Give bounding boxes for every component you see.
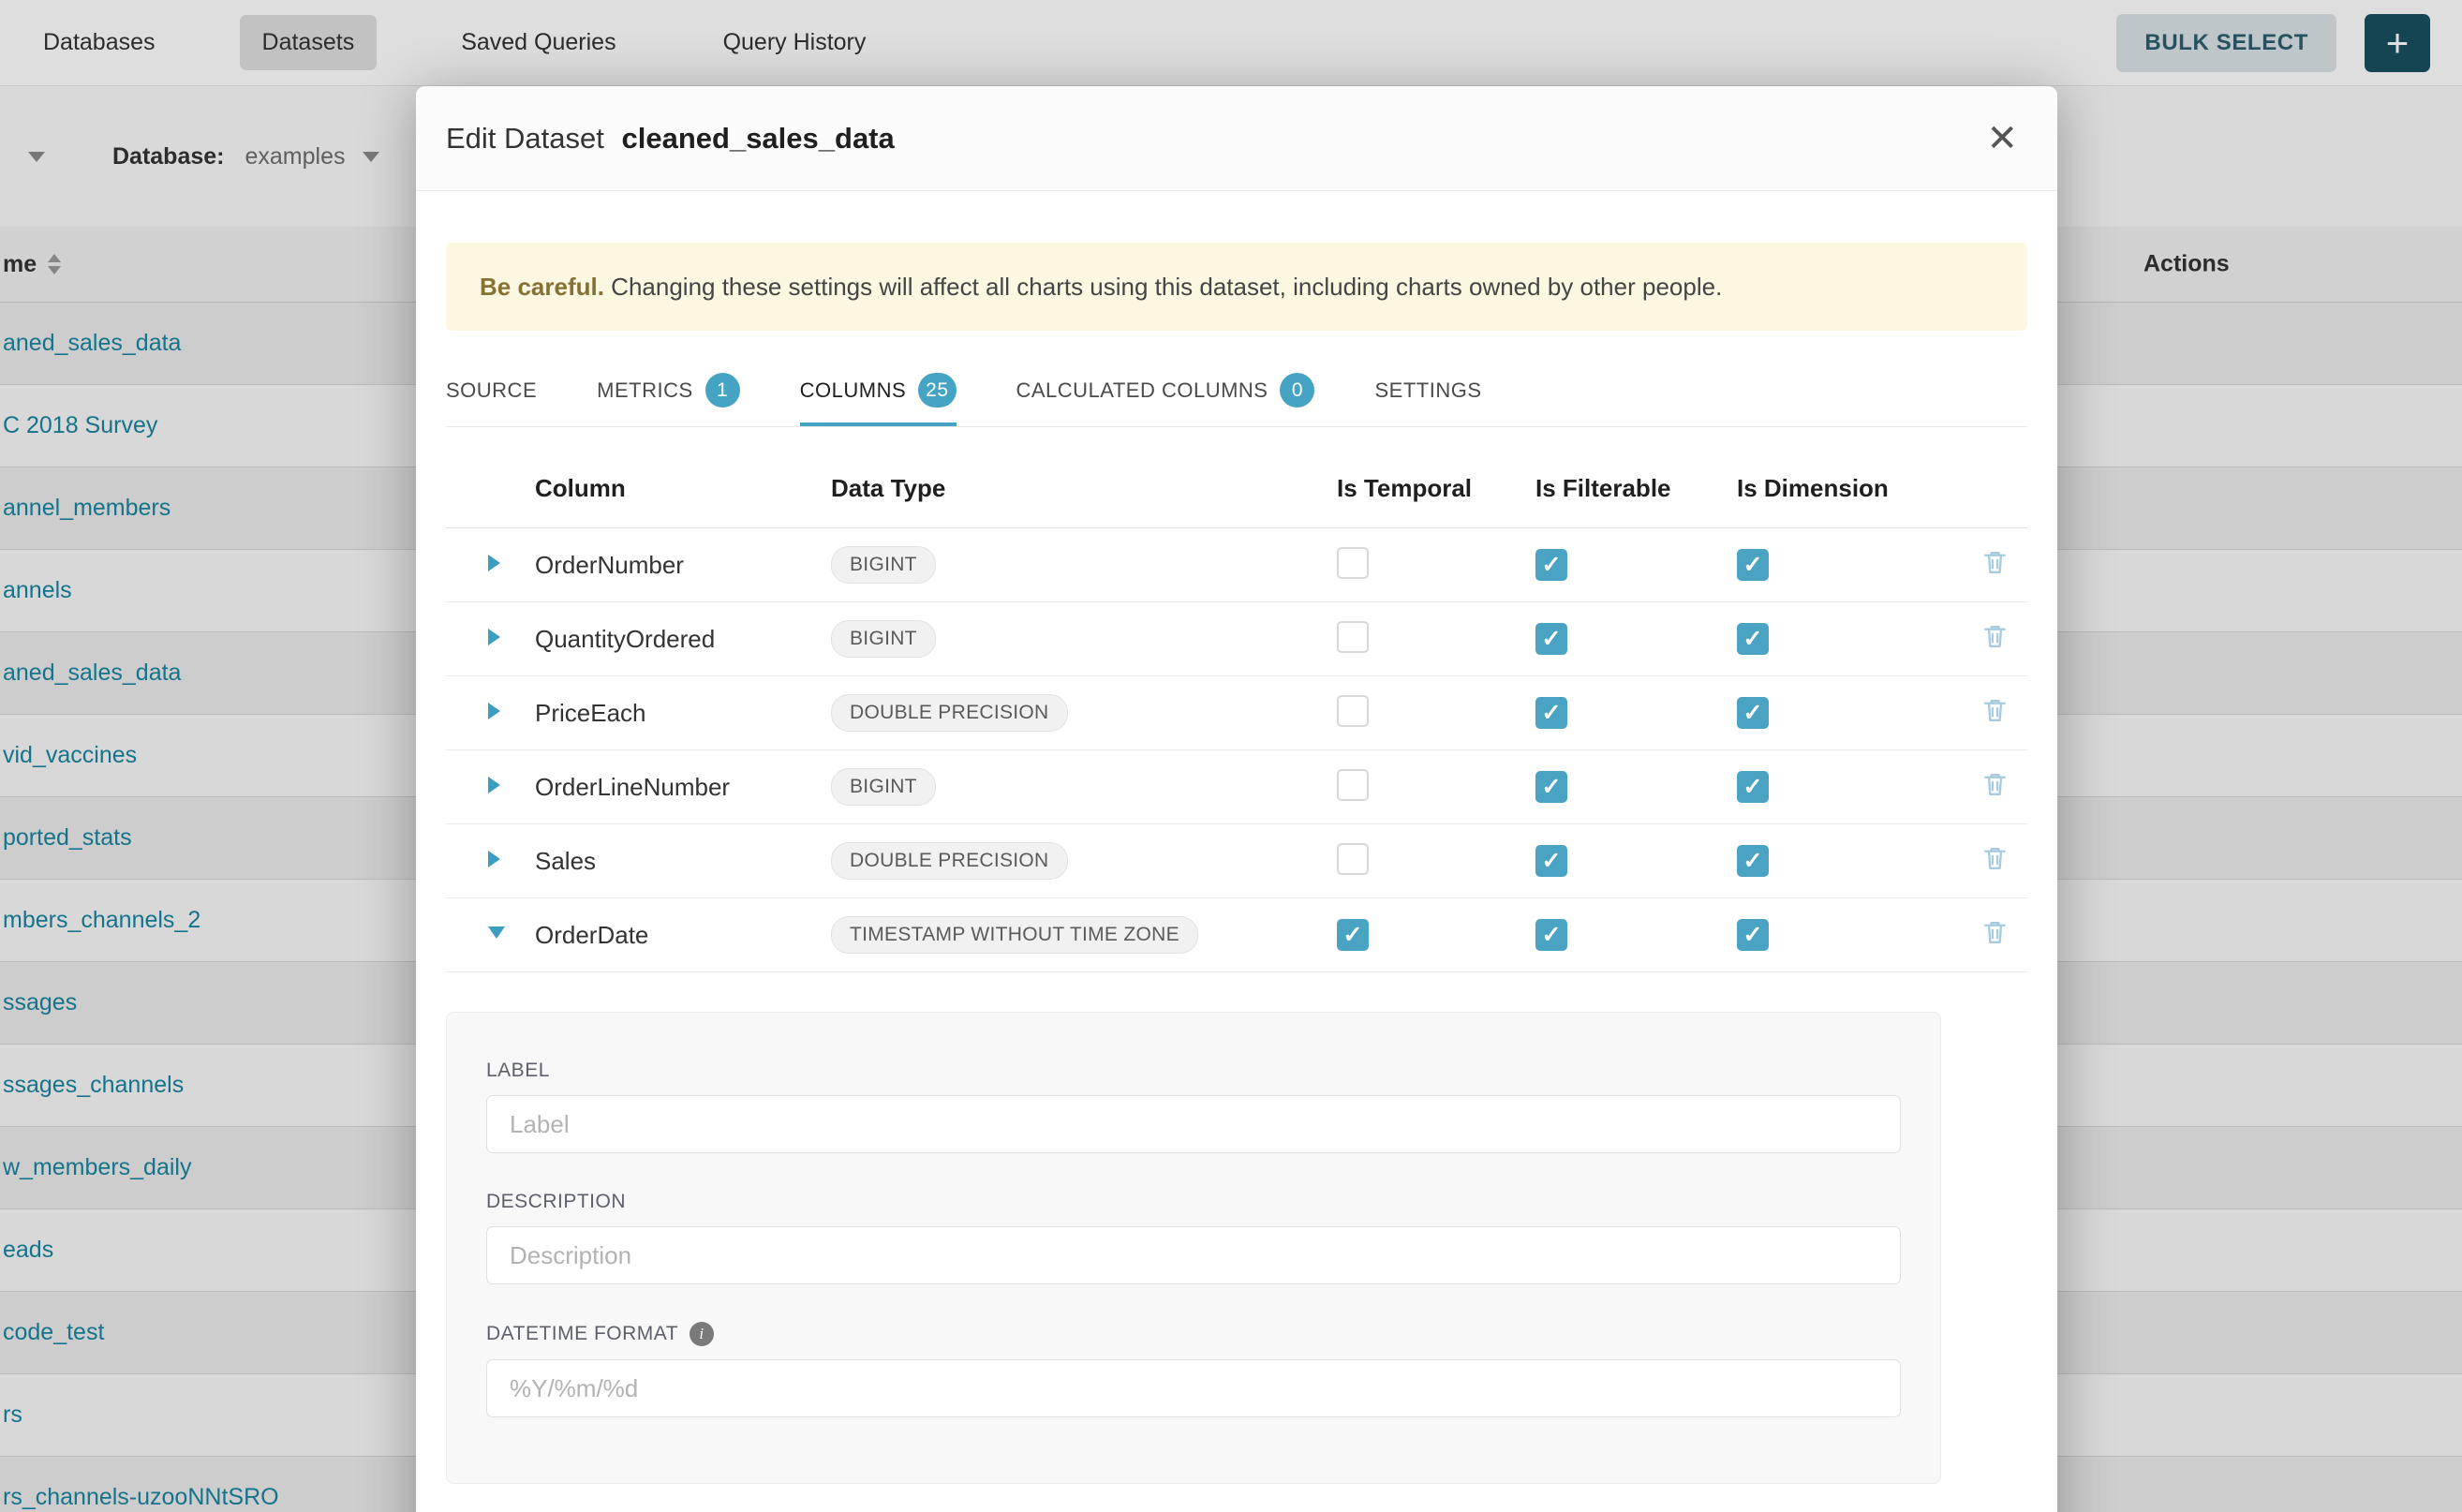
expand-caret-icon[interactable] <box>488 926 505 939</box>
warning-bold: Be careful. <box>480 273 604 301</box>
is-filterable-checkbox[interactable] <box>1535 549 1567 581</box>
is-filterable-checkbox[interactable] <box>1535 623 1567 655</box>
delete-column-icon[interactable] <box>1980 770 2010 799</box>
column-header-data-type: Data Type <box>831 465 1337 528</box>
delete-column-icon[interactable] <box>1980 548 2010 577</box>
column-row: OrderDate TIMESTAMP WITHOUT TIME ZONE <box>446 898 2027 972</box>
is-temporal-checkbox[interactable] <box>1337 621 1369 653</box>
datetime-format-input[interactable] <box>486 1359 1901 1417</box>
is-temporal-checkbox[interactable] <box>1337 843 1369 875</box>
column-name-label: QuantityOrdered <box>535 602 831 676</box>
is-filterable-checkbox[interactable] <box>1535 919 1567 951</box>
tab-count-badge: 25 <box>918 373 956 408</box>
tab-source[interactable]: SOURCE <box>446 352 537 426</box>
expand-caret-icon[interactable] <box>488 777 500 793</box>
data-type-pill: DOUBLE PRECISION <box>831 694 1068 732</box>
description-field: DESCRIPTION <box>486 1191 1901 1284</box>
tab-columns[interactable]: COLUMNS 25 <box>800 352 957 426</box>
is-temporal-checkbox[interactable] <box>1337 919 1369 951</box>
modal-tabs: SOURCE METRICS 1 COLUMNS 25 CALCULATED C… <box>446 352 2027 427</box>
modal-title-dataset-name: cleaned_sales_data <box>622 122 895 155</box>
modal-title-prefix: Edit Dataset <box>446 122 604 155</box>
columns-table: ColumnData TypeIs TemporalIs FilterableI… <box>446 465 2027 972</box>
column-name-label: OrderDate <box>535 898 831 972</box>
column-name-label: Sales <box>535 824 831 898</box>
close-icon[interactable]: ✕ <box>1982 116 2022 161</box>
is-dimension-checkbox[interactable] <box>1737 771 1769 803</box>
data-type-pill: TIMESTAMP WITHOUT TIME ZONE <box>831 916 1198 954</box>
tab-count-badge: 1 <box>705 373 740 408</box>
column-row: QuantityOrdered BIGINT <box>446 602 2027 676</box>
expand-caret-icon[interactable] <box>488 555 500 571</box>
edit-dataset-modal: Edit Dataset cleaned_sales_data ✕ Be car… <box>416 86 2057 1512</box>
datetime-format-field-label: DATETIME FORMAT i <box>486 1322 1901 1346</box>
label-field-label: LABEL <box>486 1060 1901 1082</box>
data-type-pill: BIGINT <box>831 620 936 658</box>
column-row: OrderLineNumber BIGINT <box>446 750 2027 824</box>
is-temporal-checkbox[interactable] <box>1337 769 1369 801</box>
datetime-format-label-text: DATETIME FORMAT <box>486 1323 678 1345</box>
modal-body: Be careful. Changing these settings will… <box>416 191 2057 1484</box>
column-header-is-filterable: Is Filterable <box>1535 465 1737 528</box>
is-dimension-checkbox[interactable] <box>1737 919 1769 951</box>
expand-caret-icon[interactable] <box>488 703 500 719</box>
column-row: OrderNumber BIGINT <box>446 528 2027 602</box>
tab-metrics[interactable]: METRICS 1 <box>597 352 740 426</box>
description-input[interactable] <box>486 1226 1901 1284</box>
column-header-column: Column <box>535 465 831 528</box>
is-filterable-checkbox[interactable] <box>1535 771 1567 803</box>
is-dimension-checkbox[interactable] <box>1737 845 1769 877</box>
delete-column-icon[interactable] <box>1980 696 2010 725</box>
column-name-label: PriceEach <box>535 676 831 750</box>
column-row: Sales DOUBLE PRECISION <box>446 824 2027 898</box>
column-header-is-dimension: Is Dimension <box>1737 465 1963 528</box>
column-row: PriceEach DOUBLE PRECISION <box>446 676 2027 750</box>
data-type-pill: BIGINT <box>831 546 936 584</box>
column-detail-panel: LABEL DESCRIPTION DATETIME FORMAT i <box>446 1012 1941 1484</box>
warning-text: Changing these settings will affect all … <box>604 273 1722 301</box>
is-filterable-checkbox[interactable] <box>1535 697 1567 729</box>
expand-caret-icon[interactable] <box>488 629 500 645</box>
datetime-format-field: DATETIME FORMAT i <box>486 1322 1901 1417</box>
label-input[interactable] <box>486 1095 1901 1153</box>
is-temporal-checkbox[interactable] <box>1337 547 1369 579</box>
description-field-label: DESCRIPTION <box>486 1191 1901 1213</box>
is-dimension-checkbox[interactable] <box>1737 697 1769 729</box>
column-name-label: OrderNumber <box>535 528 831 602</box>
column-header-is-temporal: Is Temporal <box>1337 465 1535 528</box>
modal-title: Edit Dataset cleaned_sales_data <box>446 122 895 156</box>
label-field: LABEL <box>486 1060 1901 1153</box>
warning-banner: Be careful. Changing these settings will… <box>446 243 2027 331</box>
is-filterable-checkbox[interactable] <box>1535 845 1567 877</box>
is-dimension-checkbox[interactable] <box>1737 623 1769 655</box>
delete-column-icon[interactable] <box>1980 918 2010 947</box>
expand-caret-icon[interactable] <box>488 851 500 867</box>
tab-calculated-columns[interactable]: CALCULATED COLUMNS 0 <box>1016 352 1315 426</box>
column-name-label: OrderLineNumber <box>535 750 831 824</box>
columns-table-body: OrderNumber BIGINT QuantityOrdered BIGIN… <box>446 528 2027 972</box>
data-type-pill: BIGINT <box>831 768 936 806</box>
delete-column-icon[interactable] <box>1980 622 2010 651</box>
tab-settings[interactable]: SETTINGS <box>1374 352 1481 426</box>
modal-header: Edit Dataset cleaned_sales_data ✕ <box>416 86 2057 191</box>
data-type-pill: DOUBLE PRECISION <box>831 842 1068 880</box>
is-dimension-checkbox[interactable] <box>1737 549 1769 581</box>
is-temporal-checkbox[interactable] <box>1337 695 1369 727</box>
columns-table-header-row: ColumnData TypeIs TemporalIs FilterableI… <box>446 465 2027 528</box>
delete-column-icon[interactable] <box>1980 844 2010 873</box>
tab-count-badge: 0 <box>1280 373 1314 408</box>
info-icon[interactable]: i <box>690 1322 714 1346</box>
